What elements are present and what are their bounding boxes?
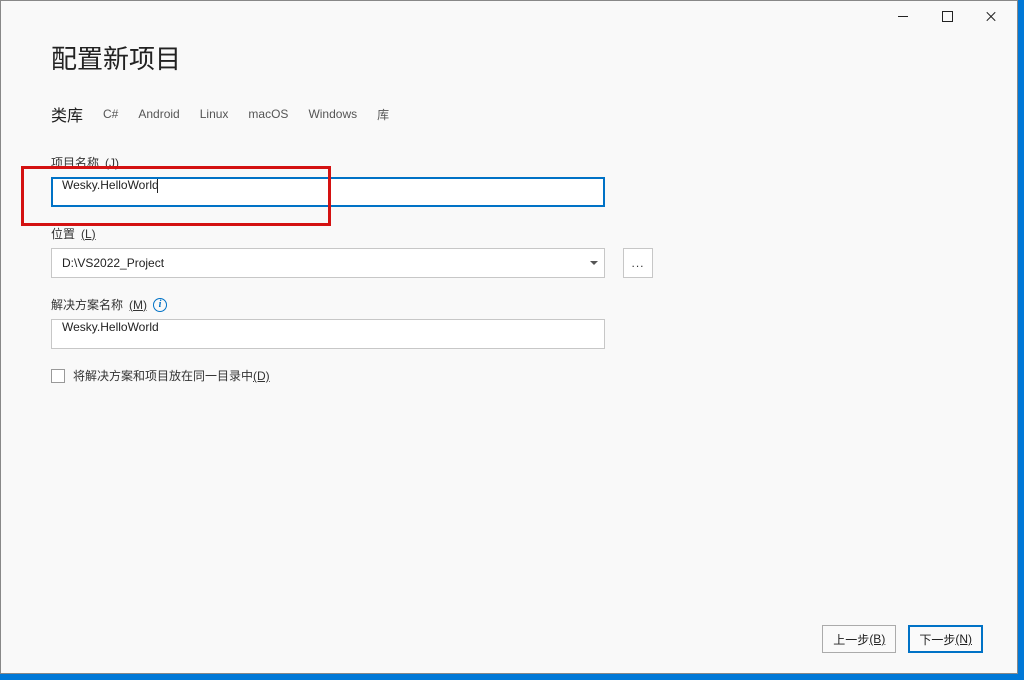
tag-item: C# — [103, 107, 118, 121]
location-value: D:\VS2022_Project — [62, 256, 164, 270]
close-button[interactable] — [969, 2, 1013, 30]
same-directory-checkbox-label: 将解决方案和项目放在同一目录中(D) — [73, 367, 270, 384]
template-type-label: 类库 — [51, 102, 83, 126]
maximize-button[interactable] — [925, 2, 969, 30]
chevron-down-icon — [590, 261, 598, 265]
text-cursor-icon — [157, 179, 158, 193]
tag-item: Windows — [308, 107, 357, 121]
location-combobox[interactable]: D:\VS2022_Project — [51, 248, 605, 278]
location-label: 位置(L) — [51, 225, 967, 242]
project-name-input[interactable]: Wesky.HelloWorld — [51, 177, 605, 207]
solution-name-input[interactable]: Wesky.HelloWorld — [51, 319, 605, 349]
titlebar — [1, 1, 1017, 31]
next-button[interactable]: 下一步(N) — [908, 625, 983, 653]
template-tags-row: 类库 C# Android Linux macOS Windows 库 — [51, 102, 967, 126]
back-button[interactable]: 上一步(B) — [822, 625, 896, 653]
same-directory-checkbox[interactable] — [51, 369, 65, 383]
browse-button[interactable]: ... — [623, 248, 653, 278]
info-icon[interactable]: i — [153, 298, 167, 312]
project-name-label: 项目名称(J) — [51, 154, 967, 171]
solution-name-label: 解决方案名称(M) i — [51, 296, 967, 313]
tag-item: macOS — [248, 107, 288, 121]
page-title: 配置新项目 — [51, 39, 967, 76]
minimize-button[interactable] — [881, 2, 925, 30]
tag-item: Linux — [200, 107, 229, 121]
dialog-window: 配置新项目 类库 C# Android Linux macOS Windows … — [0, 0, 1018, 674]
tag-item: 库 — [377, 106, 389, 123]
tag-item: Android — [138, 107, 179, 121]
